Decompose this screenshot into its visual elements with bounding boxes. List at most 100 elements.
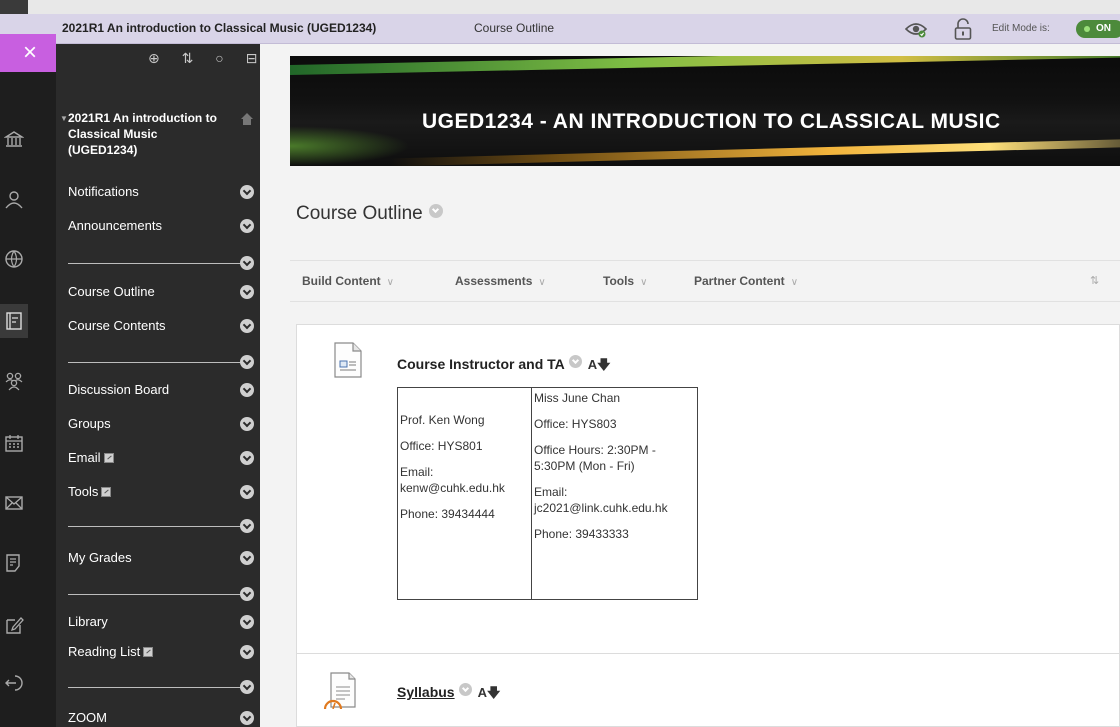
chevron-down-icon[interactable] (240, 587, 254, 601)
text-format-icon[interactable]: A🡇 (478, 685, 501, 700)
text-format-icon[interactable]: A🡇 (588, 357, 611, 372)
menu-item-course-outline[interactable]: Course Outline (68, 284, 258, 304)
close-menu-button[interactable]: × (0, 34, 56, 72)
messages-icon[interactable] (0, 486, 28, 520)
edit-mode-value: ON (1096, 23, 1111, 34)
instructor-email-label: Email: (400, 465, 434, 479)
tools-edit-icon[interactable] (0, 608, 28, 642)
page-title-label: Course Outline (296, 203, 423, 224)
collapse-arrow-icon[interactable]: ▼ (60, 111, 68, 127)
chevron-down-icon[interactable] (240, 645, 254, 659)
menu-divider (68, 355, 254, 369)
menu-item-reading-list[interactable]: Reading List (68, 644, 258, 664)
syllabus-item-title: Syllabus A🡇 (397, 683, 500, 706)
instructor-office: Office: HYS801 (400, 439, 483, 453)
student-preview-eye-icon[interactable] (904, 19, 928, 39)
chevron-down-icon[interactable] (240, 519, 254, 533)
organizations-icon[interactable] (0, 364, 28, 398)
global-nav-rail (0, 72, 56, 727)
course-home-icon[interactable] (240, 112, 254, 126)
window-top-strip (0, 0, 1120, 14)
courses-icon[interactable] (0, 304, 28, 338)
chevron-down-icon[interactable] (240, 711, 254, 725)
menu-item-label: Discussion Board (68, 382, 170, 397)
menu-item-label: Reading List (68, 644, 141, 659)
chevron-down-icon[interactable] (240, 219, 254, 233)
course-banner: UGED1234 - AN INTRODUCTION TO CLASSICAL … (290, 56, 1120, 166)
chevron-down-icon[interactable] (428, 204, 443, 218)
lock-icon[interactable] (953, 18, 973, 40)
header-course-title[interactable]: 2021R1 An introduction to Classical Musi… (62, 21, 376, 35)
ta-office-hours: Office Hours: 2:30PM - 5:30PM (Mon - Fri… (534, 443, 656, 473)
menu-item-tools[interactable]: Tools (68, 484, 258, 504)
chevron-down-icon[interactable] (458, 683, 472, 696)
action-label: Build Content (302, 274, 381, 288)
institution-icon[interactable] (0, 122, 28, 156)
content-item-title-label: Course Instructor and TA (397, 356, 565, 372)
instructor-email: kenw@cuhk.edu.hk (400, 481, 505, 495)
edit-mode-toggle[interactable]: ON (1076, 20, 1120, 38)
course-menu: ⊕ ⇅ ○ ⊟ ▼ 2021R1 An introduction to Clas… (56, 44, 260, 727)
chevron-down-icon[interactable] (240, 285, 254, 299)
tools-menu[interactable]: Tools ∨ (603, 274, 647, 288)
profile-icon[interactable] (0, 182, 28, 216)
ta-email-label: Email: (534, 485, 568, 499)
chevron-down-icon: ∨ (386, 277, 394, 288)
page-title: Course Outline (296, 203, 443, 225)
chevron-down-icon[interactable] (240, 451, 254, 465)
course-menu-course-name[interactable]: ▼ 2021R1 An introduction to Classical Mu… (60, 110, 228, 158)
menu-item-label: Course Outline (68, 284, 155, 299)
chevron-down-icon[interactable] (240, 485, 254, 499)
menu-item-announcements[interactable]: Announcements (68, 218, 258, 238)
menu-item-library[interactable]: Library (68, 614, 258, 634)
banner-decoration (290, 56, 1120, 76)
ta-cell: Miss June Chan Office: HYS803 Office Hou… (531, 387, 698, 600)
course-menu-tools[interactable]: ⊕ ⇅ ○ ⊟ (148, 50, 266, 67)
chevron-down-icon[interactable] (240, 417, 254, 431)
partner-content-menu[interactable]: Partner Content ∨ (694, 274, 798, 288)
menu-item-label: Library (68, 614, 108, 629)
menu-item-notifications[interactable]: Notifications (68, 184, 258, 204)
menu-item-groups[interactable]: Groups (68, 416, 258, 436)
menu-item-email[interactable]: Email (68, 450, 258, 470)
contact-table: Prof. Ken Wong Office: HYS801 Email: ken… (397, 387, 698, 600)
ta-office: Office: HYS803 (534, 417, 617, 431)
chevron-down-icon[interactable] (240, 355, 254, 369)
build-content-menu[interactable]: Build Content ∨ (302, 274, 394, 288)
menu-item-my-grades[interactable]: My Grades (68, 550, 258, 570)
menu-item-label: ZOOM (68, 710, 107, 725)
chevron-down-icon[interactable] (240, 615, 254, 629)
menu-divider (68, 680, 254, 694)
menu-item-course-contents[interactable]: Course Contents (68, 318, 258, 338)
toggle-indicator-dot (1084, 26, 1090, 32)
ta-email: jc2021@link.cuhk.edu.hk (534, 501, 668, 515)
menu-item-label: My Grades (68, 550, 132, 565)
chevron-down-icon[interactable] (240, 185, 254, 199)
menu-item-discussion-board[interactable]: Discussion Board (68, 382, 258, 402)
banner-decoration (390, 137, 1120, 166)
instructor-cell: Prof. Ken Wong Office: HYS801 Email: ken… (397, 387, 532, 600)
grades-icon[interactable] (0, 546, 28, 580)
sign-out-icon[interactable] (0, 666, 28, 700)
chevron-down-icon[interactable] (240, 680, 254, 694)
chevron-down-icon[interactable] (568, 355, 582, 368)
menu-item-label: Tools (68, 484, 99, 499)
edit-mode-label: Edit Mode is: (992, 23, 1050, 34)
reorder-icon[interactable]: ⇅ (1090, 274, 1099, 287)
action-bar: Build Content ∨ Assessments ∨ Tools ∨ Partn… (290, 260, 1120, 302)
content-item-title: Course Instructor and TA A🡇 (397, 355, 611, 378)
menu-divider (68, 519, 254, 533)
chevron-down-icon[interactable] (240, 551, 254, 565)
syllabus-link[interactable]: Syllabus (397, 684, 455, 700)
globe-icon[interactable] (0, 242, 28, 276)
chevron-down-icon[interactable] (240, 383, 254, 397)
menu-item-zoom[interactable]: ZOOM (68, 710, 258, 727)
table-row: Prof. Ken Wong Office: HYS801 Email: ken… (397, 387, 698, 600)
content-list: Course Instructor and TA A🡇 Prof. Ken Won… (296, 324, 1120, 727)
assessments-menu[interactable]: Assessments ∨ (455, 274, 546, 288)
calendar-icon[interactable] (0, 426, 28, 460)
chevron-down-icon[interactable] (240, 319, 254, 333)
chevron-down-icon[interactable] (240, 256, 254, 270)
external-link-icon (143, 647, 154, 657)
course-header-bar: 2021R1 An introduction to Classical Musi… (0, 14, 1120, 44)
